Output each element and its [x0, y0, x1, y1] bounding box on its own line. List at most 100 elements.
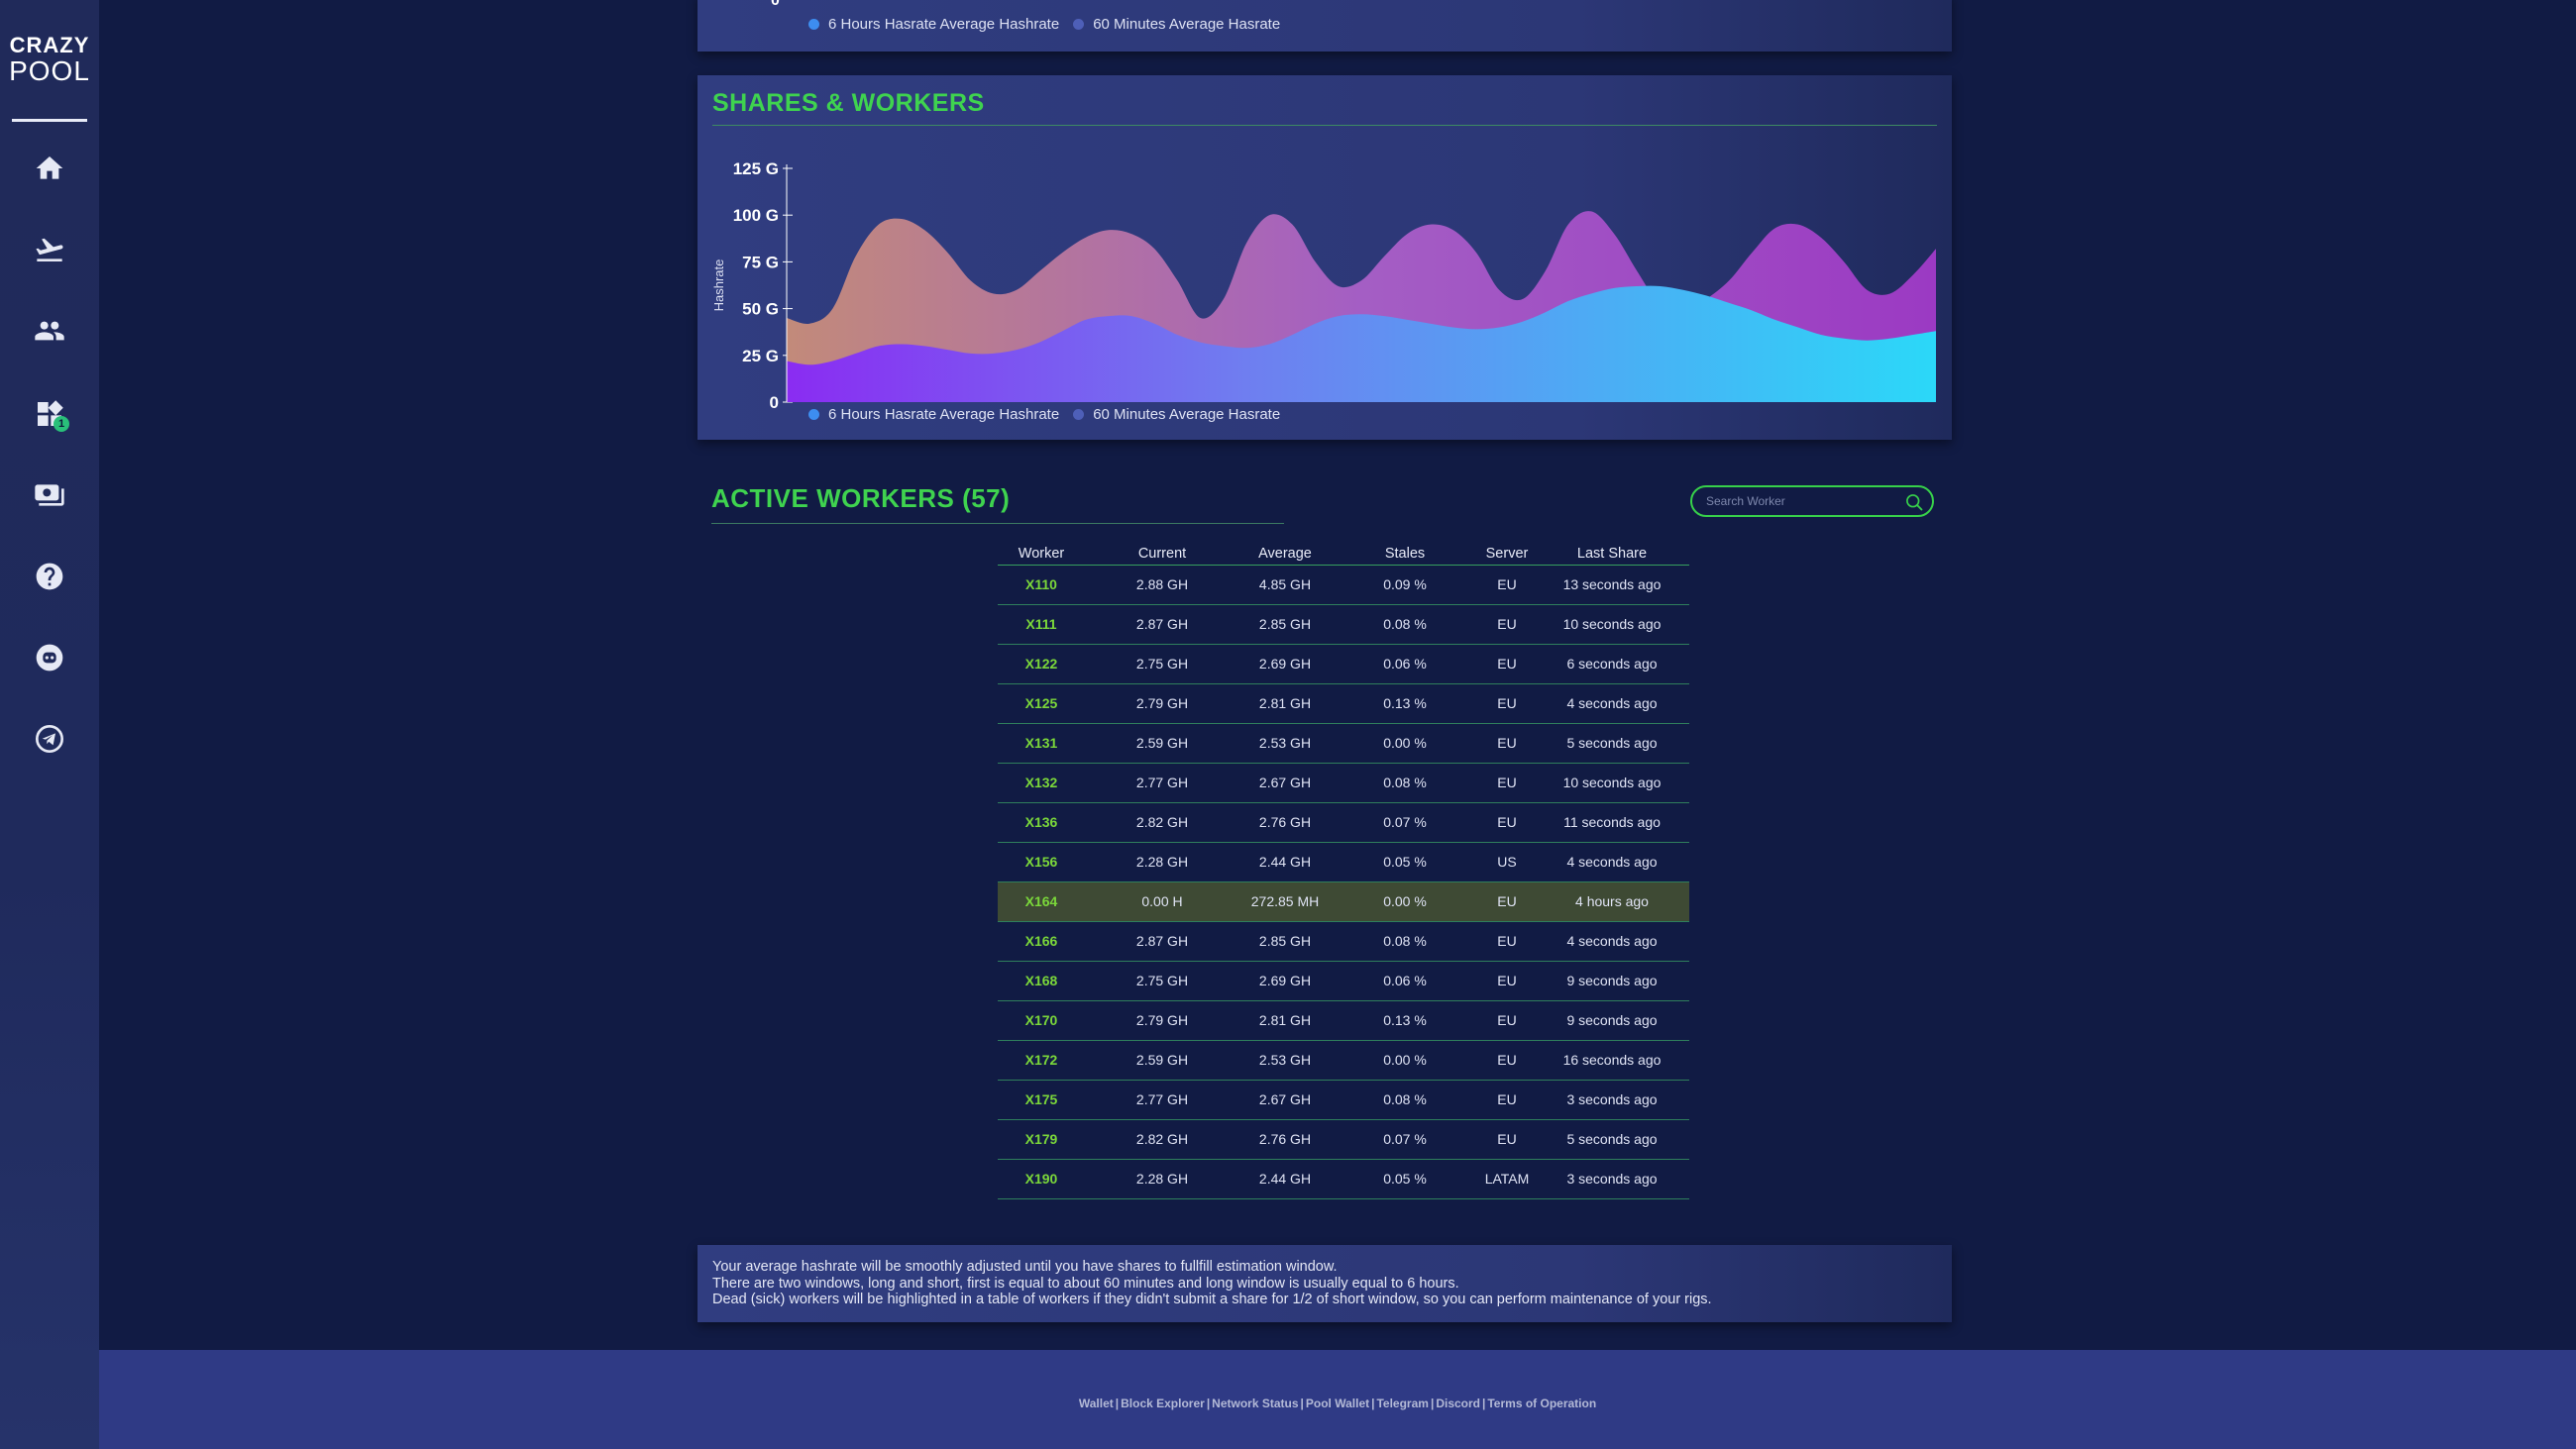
- worker-name-link[interactable]: X166: [998, 921, 1085, 962]
- table-cell: EU: [1479, 1000, 1535, 1041]
- table-row[interactable]: X136 2.82 GH 2.76 GH 0.07 % EU 11 seconds ago: [998, 802, 1689, 843]
- nav-home[interactable]: [30, 149, 69, 188]
- table-cell: 2.67 GH: [1239, 763, 1331, 803]
- table-cell: 2.44 GH: [1239, 842, 1331, 882]
- footer-links: Wallet | Block Explorer | Network Status | Poo…: [99, 1397, 2576, 1410]
- table-cell: 9 seconds ago: [1535, 961, 1689, 1001]
- crazypool-logo[interactable]: CRAZY POOL: [0, 34, 99, 85]
- table-cell: 0.08 %: [1331, 921, 1479, 962]
- table-cell: 2.69 GH: [1239, 644, 1331, 684]
- table-cell: 0.05 %: [1331, 842, 1479, 882]
- footer-link[interactable]: Network Status: [1212, 1397, 1298, 1410]
- table-header-row: Worker Current Average Stales Server Las…: [998, 543, 1689, 566]
- worker-name-link[interactable]: X156: [998, 842, 1085, 882]
- table-cell: 2.79 GH: [1085, 1000, 1239, 1041]
- table-cell: 0.00 %: [1331, 723, 1479, 764]
- worker-name-link[interactable]: X122: [998, 644, 1085, 684]
- nav-help[interactable]: [30, 557, 69, 596]
- nav-payouts[interactable]: [30, 230, 69, 269]
- worker-name-link[interactable]: X110: [998, 565, 1085, 605]
- info-line: Dead (sick) workers will be highlighted …: [712, 1292, 1712, 1307]
- notification-badge: 1: [54, 416, 69, 432]
- y-tick-label: 100 G: [733, 206, 779, 225]
- worker-name-link[interactable]: X125: [998, 683, 1085, 724]
- table-row[interactable]: X110 2.88 GH 4.85 GH 0.09 % EU 13 seconds ago: [998, 565, 1689, 605]
- footer-link[interactable]: Wallet: [1079, 1397, 1114, 1410]
- worker-name-link[interactable]: X170: [998, 1000, 1085, 1041]
- worker-name-link[interactable]: X111: [998, 604, 1085, 645]
- legend-dot: [1073, 19, 1085, 30]
- card-divider: [712, 125, 1937, 126]
- footer-link[interactable]: Discord: [1436, 1397, 1480, 1410]
- nav-payments[interactable]: [30, 475, 69, 515]
- search-worker[interactable]: [1690, 485, 1934, 517]
- nav-dashboard[interactable]: 1: [30, 394, 69, 434]
- y-tick-label: 50 G: [742, 300, 779, 319]
- legend-dot: [808, 409, 819, 420]
- home-icon: [36, 156, 63, 179]
- worker-name-link[interactable]: X190: [998, 1159, 1085, 1199]
- table-cell: 2.87 GH: [1085, 921, 1239, 962]
- table-row[interactable]: X156 2.28 GH 2.44 GH 0.05 % US 4 seconds ago: [998, 842, 1689, 882]
- footer-link[interactable]: Telegram: [1376, 1397, 1428, 1410]
- table-row[interactable]: X179 2.82 GH 2.76 GH 0.07 % EU 5 seconds ago: [998, 1119, 1689, 1160]
- table-cell: 0.13 %: [1331, 683, 1479, 724]
- table-row[interactable]: X175 2.77 GH 2.67 GH 0.08 % EU 3 seconds ago: [998, 1080, 1689, 1120]
- table-cell: 0.09 %: [1331, 565, 1479, 605]
- column-header[interactable]: Current: [1085, 543, 1239, 566]
- table-row[interactable]: X190 2.28 GH 2.44 GH 0.05 % LATAM 3 seconds a…: [998, 1159, 1689, 1199]
- worker-name-link[interactable]: X132: [998, 763, 1085, 803]
- table-row[interactable]: X170 2.79 GH 2.81 GH 0.13 % EU 9 seconds ago: [998, 1000, 1689, 1041]
- worker-name-link[interactable]: X175: [998, 1080, 1085, 1120]
- table-cell: 272.85 MH: [1239, 881, 1331, 922]
- table-cell: EU: [1479, 723, 1535, 764]
- footer: Wallet | Block Explorer | Network Status | Poo…: [99, 1350, 2576, 1449]
- column-header[interactable]: Average: [1239, 543, 1331, 566]
- table-cell: 9 seconds ago: [1535, 1000, 1689, 1041]
- table-row[interactable]: X132 2.77 GH 2.67 GH 0.08 % EU 10 seconds ago: [998, 763, 1689, 803]
- shares-workers-title: SHARES & WORKERS: [712, 89, 985, 117]
- table-row[interactable]: X122 2.75 GH 2.69 GH 0.06 % EU 6 seconds ago: [998, 644, 1689, 684]
- column-header[interactable]: Stales: [1331, 543, 1479, 566]
- search-worker-input[interactable]: [1706, 494, 1894, 508]
- worker-name-link[interactable]: X131: [998, 723, 1085, 764]
- table-cell: 2.85 GH: [1239, 921, 1331, 962]
- footer-link[interactable]: Terms of Operation: [1487, 1397, 1596, 1410]
- table-row[interactable]: X166 2.87 GH 2.85 GH 0.08 % EU 4 seconds ago: [998, 921, 1689, 962]
- y-axis-label: Hashrate: [711, 259, 726, 312]
- footer-link[interactable]: Block Explorer: [1121, 1397, 1205, 1410]
- y-tick-label: 0: [770, 393, 779, 412]
- table-row[interactable]: X125 2.79 GH 2.81 GH 0.13 % EU 4 seconds ago: [998, 683, 1689, 724]
- table-cell: 2.88 GH: [1085, 565, 1239, 605]
- table-row[interactable]: X111 2.87 GH 2.85 GH 0.08 % EU 10 seconds ago: [998, 604, 1689, 645]
- nav-telegram[interactable]: [30, 719, 69, 759]
- column-header[interactable]: Server: [1479, 543, 1535, 566]
- table-cell: 2.77 GH: [1085, 1080, 1239, 1120]
- worker-name-link[interactable]: X136: [998, 802, 1085, 843]
- nav-miners[interactable]: [30, 311, 69, 351]
- worker-name-link[interactable]: X168: [998, 961, 1085, 1001]
- table-row[interactable]: X164 0.00 H 272.85 MH 0.00 % EU 4 hours ago: [998, 881, 1689, 922]
- table-cell: 2.87 GH: [1085, 604, 1239, 645]
- worker-name-link[interactable]: X172: [998, 1040, 1085, 1081]
- column-header[interactable]: Last Share: [1535, 543, 1689, 566]
- table-cell: 2.77 GH: [1085, 763, 1239, 803]
- table-cell: 13 seconds ago: [1535, 565, 1689, 605]
- worker-name-link[interactable]: X179: [998, 1119, 1085, 1160]
- table-cell: 2.75 GH: [1085, 961, 1239, 1001]
- table-cell: 0.08 %: [1331, 763, 1479, 803]
- table-cell: EU: [1479, 1119, 1535, 1160]
- table-cell: LATAM: [1479, 1159, 1535, 1199]
- footer-link[interactable]: Pool Wallet: [1306, 1397, 1369, 1410]
- table-row[interactable]: X172 2.59 GH 2.53 GH 0.00 % EU 16 seconds ago: [998, 1040, 1689, 1081]
- search-icon[interactable]: [1904, 492, 1924, 512]
- table-cell: EU: [1479, 961, 1535, 1001]
- nav-discord[interactable]: [30, 638, 69, 677]
- column-header[interactable]: Worker: [998, 543, 1085, 566]
- worker-name-link[interactable]: X164: [998, 881, 1085, 922]
- hashrate-info-note: Your average hashrate will be smoothly a…: [698, 1245, 1952, 1322]
- table-row[interactable]: X168 2.75 GH 2.69 GH 0.06 % EU 9 seconds ago: [998, 961, 1689, 1001]
- hashrate-chart-legend: 6 Hours Hasrate Average Hashrate 60 Minu…: [808, 16, 1280, 33]
- table-row[interactable]: X131 2.59 GH 2.53 GH 0.00 % EU 5 seconds ago: [998, 723, 1689, 764]
- table-cell: 0.08 %: [1331, 1080, 1479, 1120]
